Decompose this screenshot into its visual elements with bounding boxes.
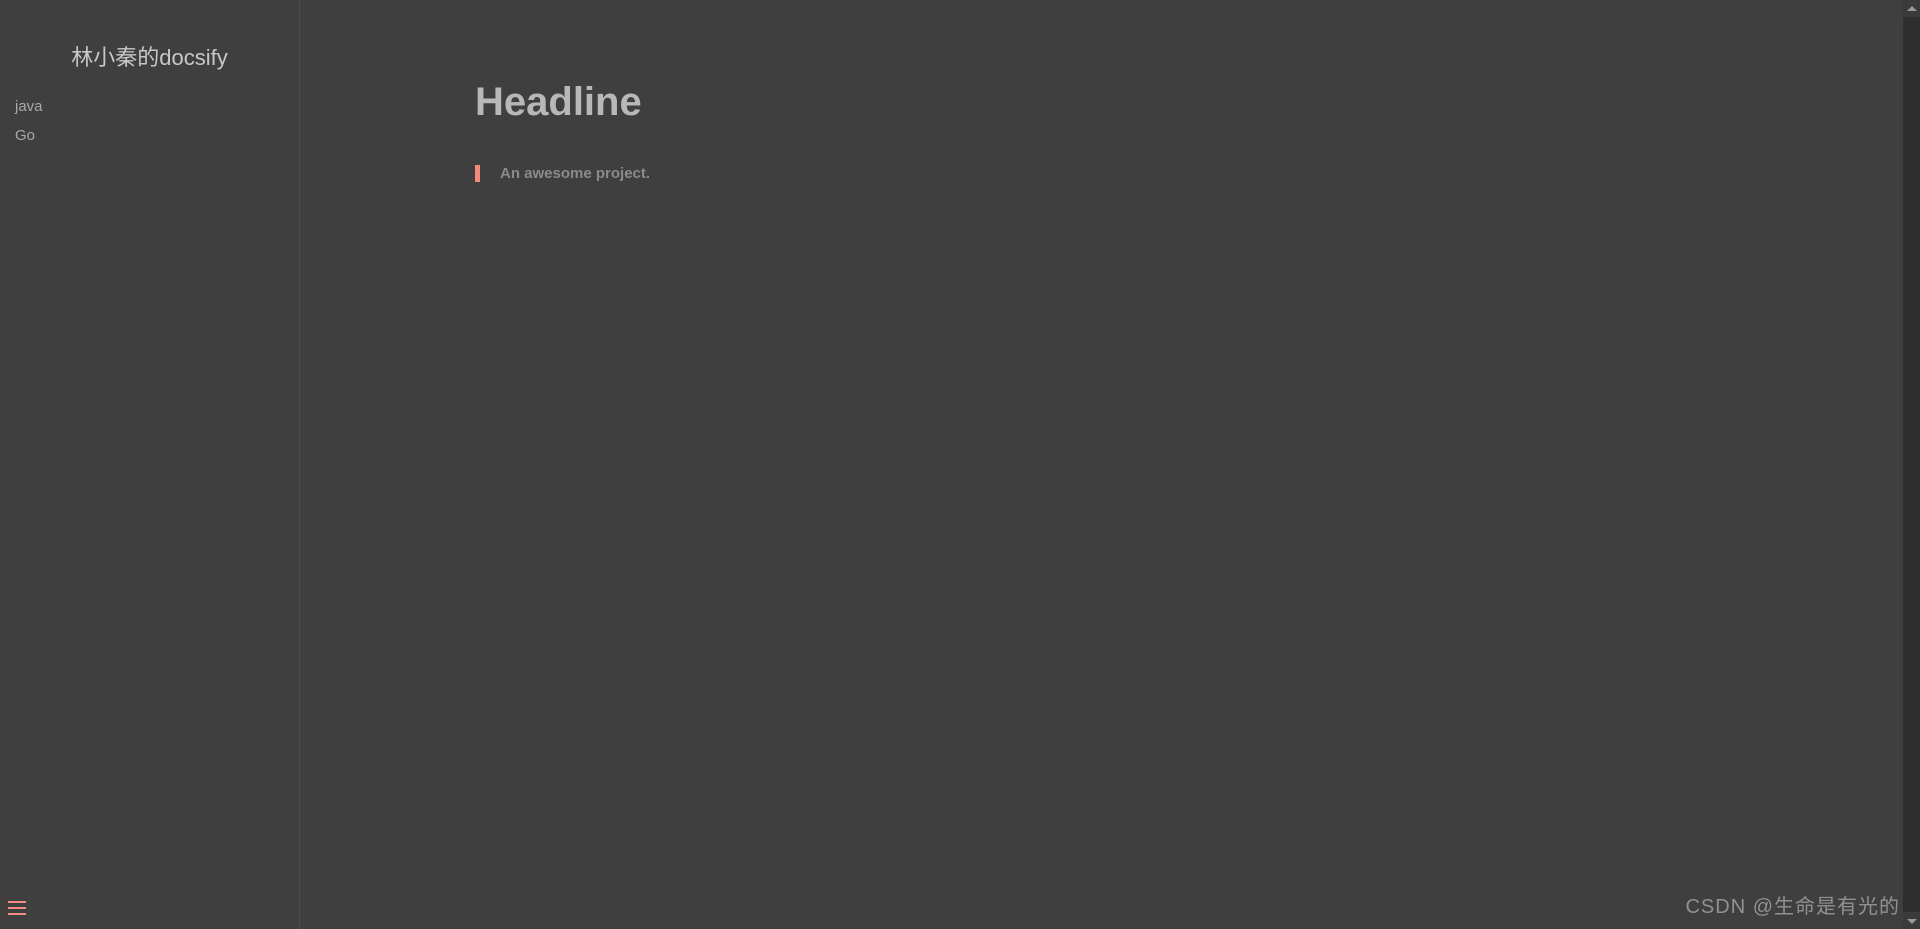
scroll-up-button[interactable] — [1903, 0, 1920, 17]
sidebar: 林小秦的docsify java Go — [0, 0, 300, 929]
sidebar-title[interactable]: 林小秦的docsify — [0, 40, 299, 92]
hamburger-icon — [8, 907, 26, 909]
scrollbar[interactable] — [1903, 0, 1920, 929]
blockquote-text: An awesome project. — [500, 165, 1728, 182]
chevron-down-icon — [1907, 916, 1917, 926]
hamburger-icon — [8, 913, 26, 915]
hamburger-icon — [8, 901, 26, 903]
sidebar-item-label[interactable]: Go — [15, 127, 284, 144]
chevron-up-icon — [1907, 4, 1917, 14]
page-headline: Headline — [475, 80, 1728, 125]
menu-toggle-button[interactable] — [8, 897, 30, 919]
watermark-text: CSDN @生命是有光的 — [1685, 890, 1900, 919]
sidebar-item-java[interactable]: java — [15, 92, 284, 121]
scroll-down-button[interactable] — [1903, 912, 1920, 929]
sidebar-item-label[interactable]: java — [15, 98, 284, 115]
sidebar-nav: java Go — [0, 92, 299, 150]
main-content: Headline An awesome project. — [300, 0, 1903, 929]
sidebar-item-go[interactable]: Go — [15, 121, 284, 150]
blockquote: An awesome project. — [475, 165, 1728, 182]
